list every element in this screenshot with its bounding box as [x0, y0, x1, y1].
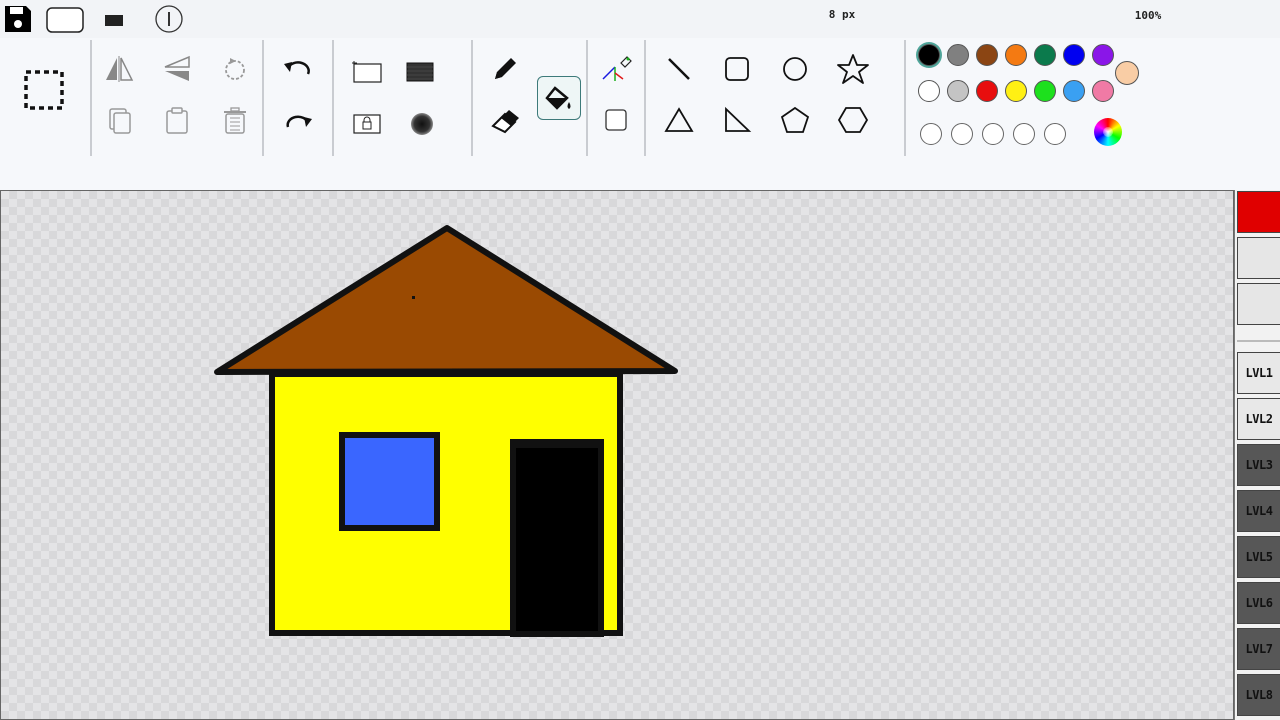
zoom-readout: 100%: [1134, 9, 1162, 22]
pencil-icon[interactable]: [483, 47, 527, 91]
color-swatch[interactable]: [1005, 44, 1027, 66]
layer-lvl5[interactable]: LVL5: [1237, 536, 1280, 578]
layer-lvl2[interactable]: LVL2: [1237, 398, 1280, 440]
color-slot-empty[interactable]: [1044, 123, 1066, 145]
color-swatch[interactable]: [947, 80, 969, 102]
layer-lvl7[interactable]: LVL7: [1237, 628, 1280, 670]
layer-lvl6[interactable]: LVL6: [1237, 582, 1280, 624]
layer-lvl4[interactable]: LVL4: [1237, 490, 1280, 532]
lock-frame-icon[interactable]: [345, 102, 389, 146]
color-swatch[interactable]: [918, 80, 940, 102]
fill-bucket-icon[interactable]: [537, 76, 581, 120]
layer-slot[interactable]: [1237, 237, 1280, 279]
toolbar-separator: [332, 40, 334, 156]
rotate-icon[interactable]: [213, 47, 257, 91]
rounded-rect-icon[interactable]: [46, 6, 84, 34]
pentagon-icon[interactable]: [773, 98, 817, 142]
toolbar-separator: [904, 40, 906, 156]
paint-app: 8 px 100% LVL1 LVL2 LVL3 LVL4 LVL5 LVL6 …: [0, 0, 1280, 720]
layer-divider: [1237, 340, 1280, 342]
select-rect-icon[interactable]: [22, 68, 66, 112]
eraser-icon[interactable]: [483, 98, 527, 142]
rounded-square-icon[interactable]: [715, 47, 759, 91]
redo-icon[interactable]: [276, 98, 320, 142]
hexagon-icon[interactable]: [831, 98, 875, 142]
house-window: [339, 432, 440, 531]
filled-rect-icon[interactable]: [100, 8, 128, 32]
color-swatch[interactable]: [918, 44, 940, 66]
layer-slot[interactable]: [1237, 191, 1280, 233]
color-swatch[interactable]: [1063, 44, 1085, 66]
color-swatch[interactable]: [1005, 80, 1027, 102]
star-icon[interactable]: [831, 47, 875, 91]
color-swatch[interactable]: [976, 80, 998, 102]
color-slot-empty[interactable]: [1013, 123, 1035, 145]
color-swatch[interactable]: [1092, 44, 1114, 66]
color-swatch-peach[interactable]: [1115, 61, 1139, 85]
house-door: [510, 439, 604, 637]
layer-slot[interactable]: [1237, 283, 1280, 325]
delete-icon[interactable]: [213, 98, 257, 142]
toolbar-separator: [262, 40, 264, 156]
house-roof: [214, 225, 678, 375]
layer-lvl8[interactable]: LVL8: [1237, 674, 1280, 716]
color-swatch[interactable]: [976, 44, 998, 66]
undo-icon[interactable]: [276, 47, 320, 91]
color-slot-empty[interactable]: [982, 123, 1004, 145]
right-triangle-icon[interactable]: [715, 98, 759, 142]
layer-lvl1[interactable]: LVL1: [1237, 352, 1280, 394]
color-slot-empty[interactable]: [920, 123, 942, 145]
toolbar-separator: [90, 40, 92, 156]
triangle-icon[interactable]: [657, 98, 701, 142]
flip-horizontal-icon[interactable]: [97, 47, 141, 91]
toolbar-separator: [471, 40, 473, 156]
toolbar: [0, 38, 1280, 190]
blur-circle-icon[interactable]: [400, 102, 444, 146]
toolbar-separator: [644, 40, 646, 156]
house-drawing: [214, 225, 678, 637]
info-icon[interactable]: [152, 2, 186, 36]
line-icon[interactable]: [657, 47, 701, 91]
color-picker-icon[interactable]: [594, 47, 638, 91]
top-bar: 8 px 100%: [0, 0, 1280, 38]
toolbar-separator: [586, 40, 588, 156]
layers-panel: LVL1 LVL2 LVL3 LVL4 LVL5 LVL6 LVL7 LVL8: [1234, 190, 1280, 720]
color-slot-empty[interactable]: [951, 123, 973, 145]
layer-lvl3[interactable]: LVL3: [1237, 444, 1280, 486]
color-swatch[interactable]: [1092, 80, 1114, 102]
copy-icon[interactable]: [97, 98, 141, 142]
paste-icon[interactable]: [155, 98, 199, 142]
color-swatch[interactable]: [947, 44, 969, 66]
stray-pixel: [412, 296, 415, 299]
square-outline-icon[interactable]: [594, 98, 638, 142]
color-swatch[interactable]: [1063, 80, 1085, 102]
house-door-frame: [513, 442, 601, 448]
fill-texture-icon[interactable]: [398, 50, 442, 94]
brush-size-readout: 8 px: [828, 8, 856, 21]
flip-vertical-icon[interactable]: [155, 47, 199, 91]
circle-icon[interactable]: [773, 47, 817, 91]
save-icon[interactable]: [2, 3, 34, 35]
color-wheel-icon[interactable]: [1094, 118, 1122, 146]
color-swatch[interactable]: [1034, 44, 1056, 66]
crop-frame-icon[interactable]: [345, 50, 389, 94]
drawing-canvas[interactable]: [0, 190, 1234, 720]
color-swatch[interactable]: [1034, 80, 1056, 102]
